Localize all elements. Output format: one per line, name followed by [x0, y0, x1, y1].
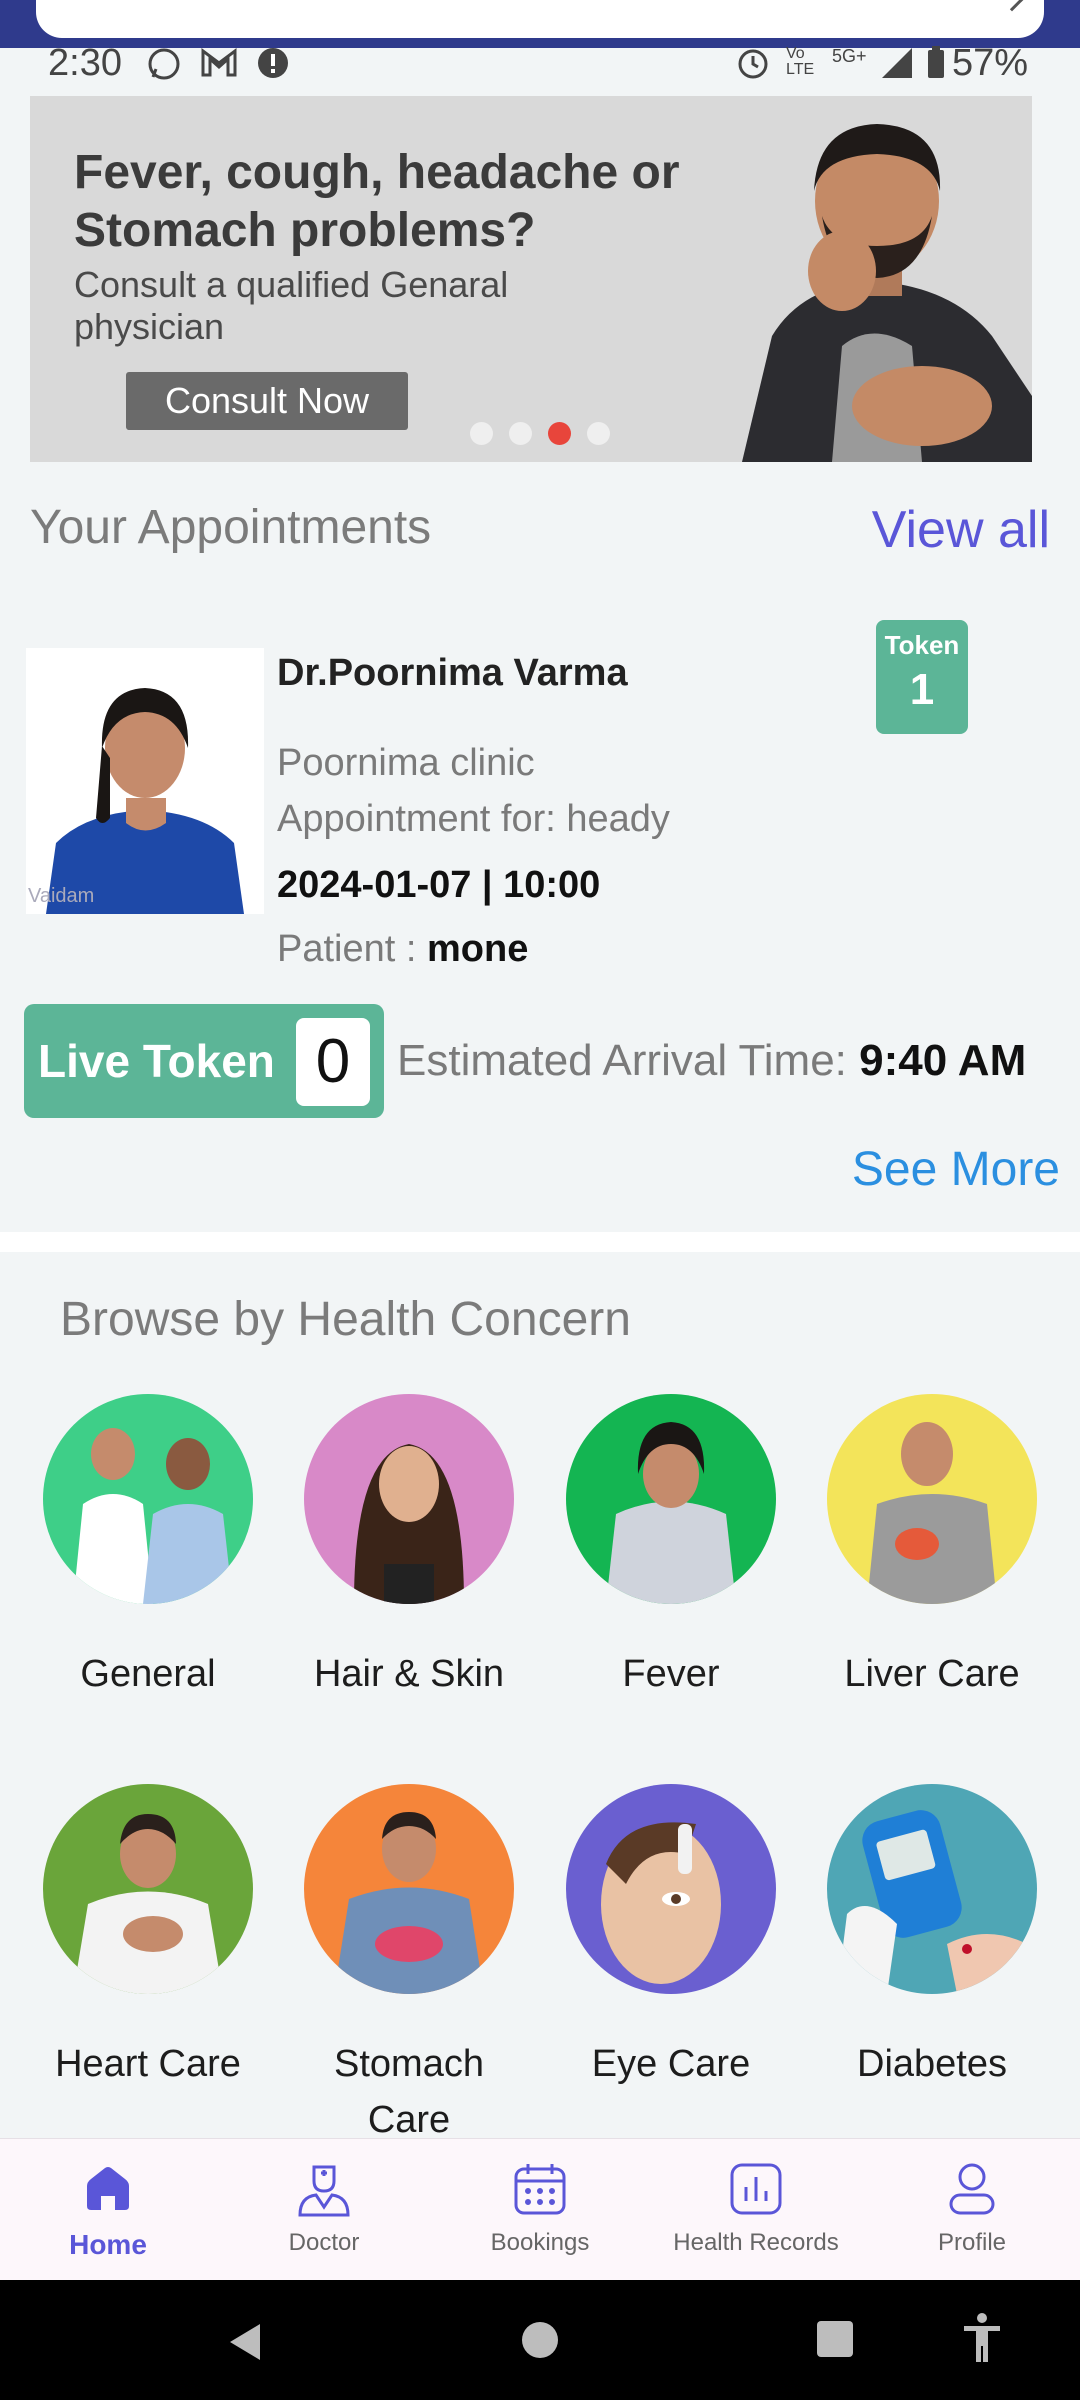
calendar-icon [432, 2157, 648, 2221]
accessibility-icon[interactable] [962, 2312, 1002, 2369]
category-stomach-care[interactable]: Stomach Care [289, 1784, 529, 2148]
system-navigation-bar [0, 2280, 1080, 2400]
category-image [43, 1784, 253, 1994]
bottom-navigation: Home Doctor Bookings Health Records Prof… [0, 2138, 1080, 2280]
carousel-dot[interactable] [587, 422, 610, 445]
eta-label: Estimated Arrival Time: [397, 1036, 860, 1085]
battery-percent: 57% [951, 42, 1028, 84]
category-image [304, 1784, 514, 1994]
browse-title: Browse by Health Concern [60, 1293, 631, 1346]
nav-profile[interactable]: Profile [864, 2157, 1080, 2257]
chart-icon [648, 2157, 864, 2221]
category-label: Diabetes [857, 2043, 1007, 2085]
live-token-label: Live Token [38, 1035, 275, 1087]
appointments-title: Your Appointments [30, 501, 432, 554]
nav-label: Health Records [673, 2229, 839, 2256]
eta-value: 9:40 AM [859, 1036, 1027, 1085]
nav-label: Profile [937, 2229, 1007, 2256]
category-diabetes[interactable]: Diabetes [812, 1784, 1052, 2092]
category-liver-care[interactable]: Liver Care [812, 1394, 1052, 1702]
doctor-icon [216, 2157, 432, 2221]
category-label: General [80, 1653, 216, 1695]
see-more-link[interactable]: See More [852, 1142, 1060, 1197]
category-eye-care[interactable]: Eye Care [551, 1784, 791, 2092]
consult-now-button[interactable]: Consult Now [126, 372, 408, 430]
doctor-name[interactable]: Dr.Poornima Varma [277, 652, 628, 695]
view-all-link[interactable]: View all [872, 500, 1050, 560]
category-label: Liver Care [844, 1653, 1020, 1695]
nav-label: Doctor [288, 2229, 360, 2256]
chevron-down-icon [1000, 0, 1024, 12]
search-card[interactable] [36, 0, 1044, 38]
category-image [827, 1784, 1037, 1994]
profile-icon [864, 2157, 1080, 2221]
category-label: Heart Care [55, 2043, 241, 2085]
doctor-photo: Vaidam [26, 648, 264, 914]
token-number: 1 [909, 665, 935, 714]
category-image [566, 1394, 776, 1604]
alert-icon [256, 46, 290, 90]
patient-line: Patient : mone [277, 928, 528, 971]
photo-watermark: Vaidam [28, 885, 95, 907]
category-image [43, 1394, 253, 1604]
category-heart-care[interactable]: Heart Care [28, 1784, 268, 2092]
promo-banner[interactable]: Fever, cough, headache or Stomach proble… [30, 96, 1032, 462]
clinic-name: Poornima clinic [277, 742, 535, 784]
category-fever[interactable]: Fever [551, 1394, 791, 1702]
home-icon [0, 2157, 216, 2221]
carousel-dot-active[interactable] [548, 422, 571, 445]
nav-label: Home [69, 2229, 147, 2260]
carousel-dot[interactable] [470, 422, 493, 445]
gmail-icon [200, 46, 238, 89]
live-token-box: Live Token 0 [24, 1004, 384, 1118]
volte-icon: Vo LTE [786, 45, 815, 78]
status-bar: 2:30 Vo LTE 5G+ 57% [0, 40, 1080, 90]
category-general[interactable]: General [28, 1394, 268, 1702]
nav-label: Bookings [490, 2229, 590, 2256]
category-label: Eye Care [591, 2043, 751, 2085]
nav-doctor[interactable]: Doctor [216, 2157, 432, 2257]
back-icon[interactable] [224, 2320, 264, 2369]
category-label: Fever [622, 1653, 720, 1695]
patient-label: Patient : [277, 928, 427, 970]
estimated-arrival: Estimated Arrival Time: 9:40 AM [397, 1036, 1026, 1086]
carousel-dots [470, 422, 610, 445]
banner-headline: Fever, cough, headache or Stomach proble… [74, 146, 680, 257]
category-label: Stomach Care [334, 2043, 484, 2141]
battery-icon [926, 46, 946, 90]
appointment-reason: Appointment for: heady [277, 798, 670, 840]
status-time: 2:30 [48, 42, 122, 84]
carousel-dot[interactable] [509, 422, 532, 445]
appointment-datetime: 2024-01-07 | 10:00 [277, 864, 601, 906]
nav-home[interactable]: Home [0, 2157, 216, 2261]
network-type: 5G+ [832, 46, 867, 66]
category-image [304, 1394, 514, 1604]
nav-bookings[interactable]: Bookings [432, 2157, 648, 2257]
patient-name: mone [426, 928, 529, 970]
category-label: Hair & Skin [313, 1653, 505, 1695]
banner-subtext: Consult a qualified Genaral physician [74, 264, 509, 347]
token-badge: Token 1 [876, 620, 968, 734]
section-divider [0, 1232, 1080, 1252]
token-label: Token [884, 630, 960, 660]
home-button-icon[interactable] [520, 2320, 560, 2365]
recents-icon[interactable] [816, 2320, 854, 2363]
alarm-icon [736, 46, 770, 90]
nav-health-records[interactable]: Health Records [648, 2157, 864, 2257]
category-hair-skin[interactable]: Hair & Skin [289, 1394, 529, 1702]
category-image [566, 1784, 776, 1994]
coughing-man-image [722, 96, 1032, 462]
category-image [827, 1394, 1037, 1604]
whatsapp-icon [146, 46, 182, 92]
live-token-value: 0 [296, 1018, 370, 1106]
signal-icon [880, 46, 914, 90]
